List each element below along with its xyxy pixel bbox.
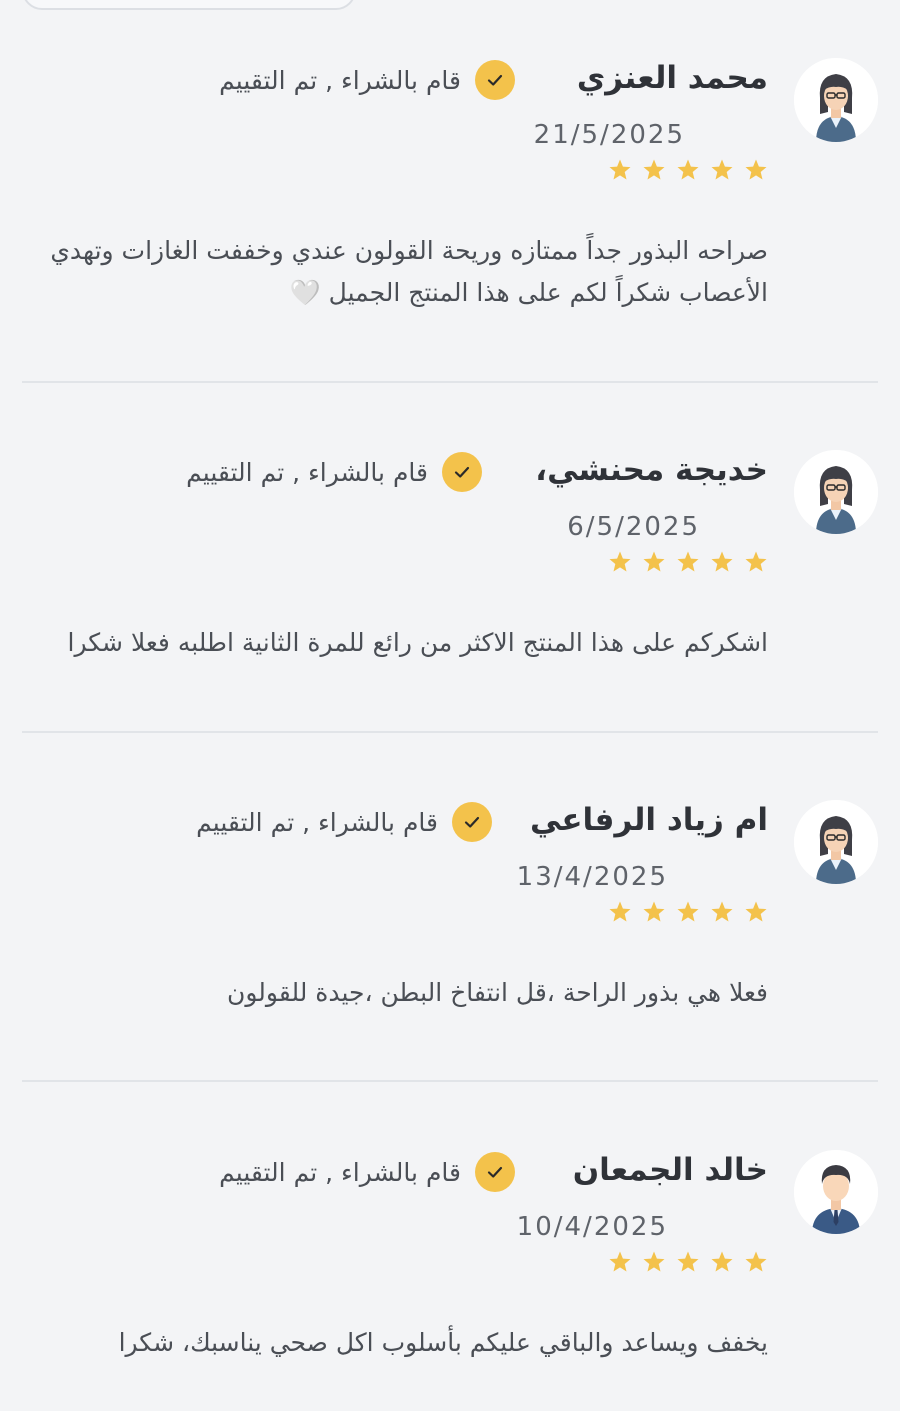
verified-purchase: قام بالشراء , تم التقييم xyxy=(219,1152,515,1192)
star-icon xyxy=(744,550,768,574)
verified-purchase: قام بالشراء , تم التقييم xyxy=(219,60,515,100)
verified-label: قام بالشراء , تم التقييم xyxy=(219,65,461,95)
star-icon xyxy=(676,900,700,924)
reviewer-name: ام زياد الرفاعي xyxy=(530,802,768,838)
check-icon xyxy=(475,60,515,100)
review-date: 21/5/2025 xyxy=(533,120,685,150)
top-filter-pill[interactable] xyxy=(22,0,356,10)
reviewer-name: محمد العنزي xyxy=(576,60,768,96)
star-icon xyxy=(710,900,734,924)
verified-purchase: قام بالشراء , تم التقييم xyxy=(196,802,492,842)
review-divider xyxy=(22,731,878,733)
star-rating xyxy=(608,550,768,574)
star-icon xyxy=(642,900,666,924)
star-icon xyxy=(710,1250,734,1274)
check-icon xyxy=(452,802,492,842)
star-icon xyxy=(608,1250,632,1274)
reviews-page: محمد العنزي قام بالشراء , تم التقييم 21/… xyxy=(0,0,900,1411)
review-comment: يخفف ويساعد والباقي عليكم بأسلوب اكل صحي… xyxy=(118,1328,768,1357)
star-rating xyxy=(608,158,768,182)
review-divider xyxy=(22,381,878,383)
review-divider xyxy=(22,1080,878,1082)
star-icon xyxy=(642,1250,666,1274)
check-icon xyxy=(475,1152,515,1192)
star-icon xyxy=(744,1250,768,1274)
star-rating xyxy=(608,900,768,924)
review-date: 13/4/2025 xyxy=(516,862,668,892)
star-icon xyxy=(710,550,734,574)
star-icon xyxy=(642,550,666,574)
star-rating xyxy=(608,1250,768,1274)
female-avatar-icon xyxy=(794,58,878,142)
reviewer-name: خديجة محنشي، xyxy=(535,452,768,488)
verified-label: قام بالشراء , تم التقييم xyxy=(186,457,428,487)
star-icon xyxy=(608,900,632,924)
reviewer-name: خالد الجمعان xyxy=(572,1152,768,1188)
verified-purchase: قام بالشراء , تم التقييم xyxy=(186,452,482,492)
star-icon xyxy=(676,1250,700,1274)
male-avatar-icon xyxy=(794,1150,878,1234)
star-icon xyxy=(710,158,734,182)
review-date: 6/5/2025 xyxy=(567,512,700,542)
star-icon xyxy=(744,900,768,924)
review-comment: اشكركم على هذا المنتج الاكثر من رائع للم… xyxy=(67,628,768,657)
review-comment: فعلا هي بذور الراحة ،قل انتفاخ البطن ،جي… xyxy=(227,978,768,1007)
female-avatar-icon xyxy=(794,450,878,534)
check-icon xyxy=(442,452,482,492)
star-icon xyxy=(608,158,632,182)
star-icon xyxy=(676,550,700,574)
female-avatar-icon xyxy=(794,800,878,884)
review-date: 10/4/2025 xyxy=(516,1212,668,1242)
star-icon xyxy=(744,158,768,182)
review-comment: صراحه البذور جداً ممتازه وريحة القولون ع… xyxy=(50,236,768,307)
star-icon xyxy=(676,158,700,182)
star-icon xyxy=(608,550,632,574)
verified-label: قام بالشراء , تم التقييم xyxy=(196,807,438,837)
verified-label: قام بالشراء , تم التقييم xyxy=(219,1157,461,1187)
star-icon xyxy=(642,158,666,182)
